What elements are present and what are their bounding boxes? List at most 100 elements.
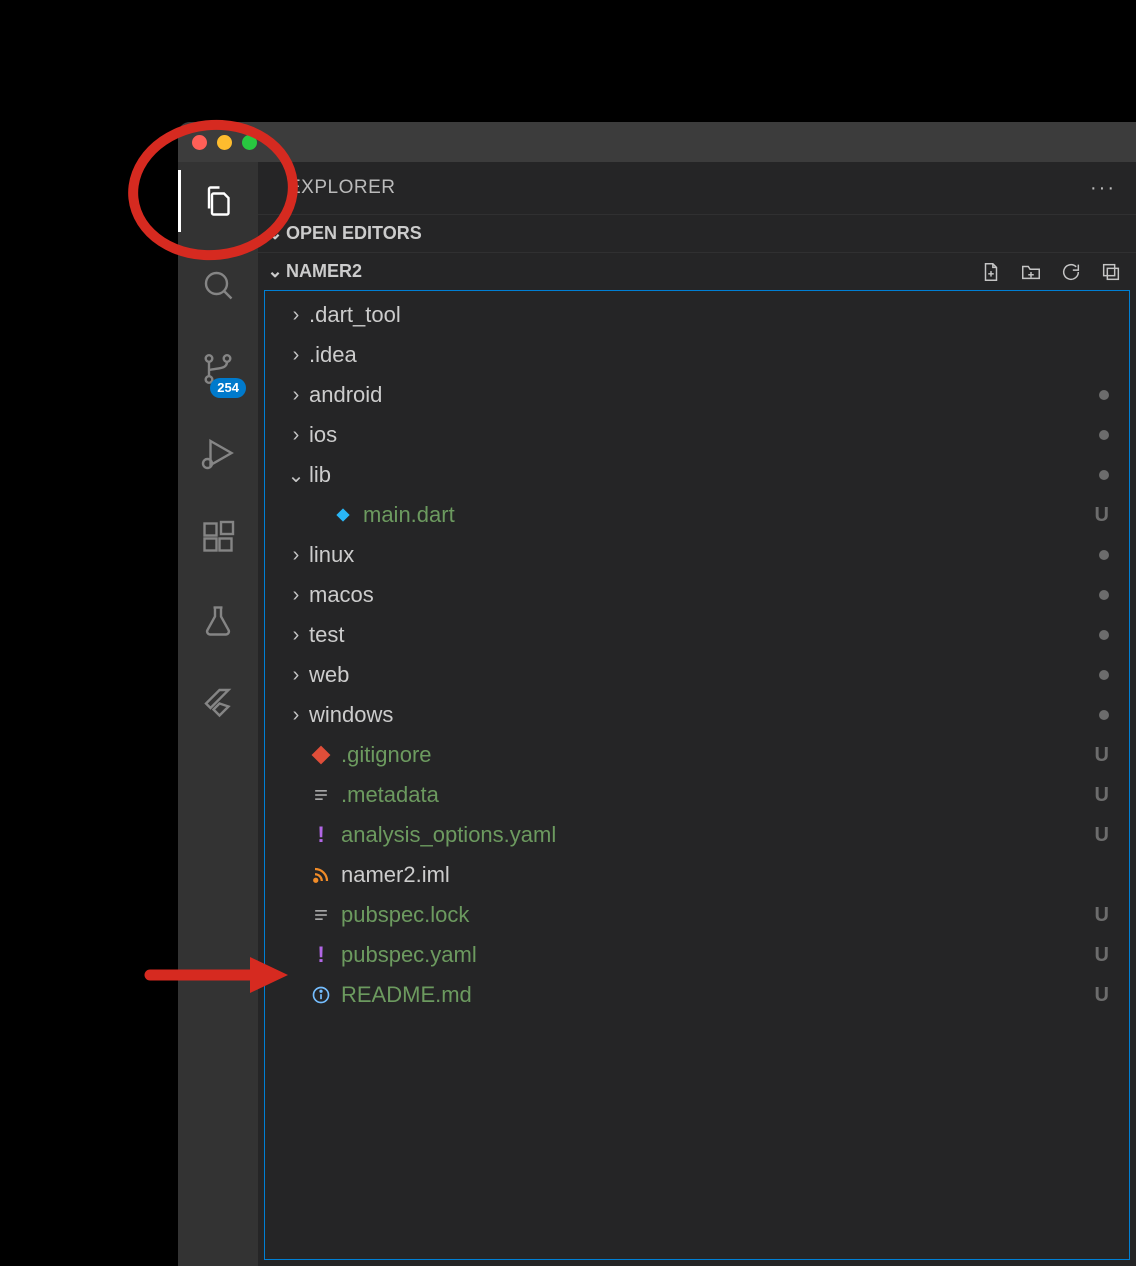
chevron-down-icon: ⌄ xyxy=(264,223,286,244)
folder-row[interactable]: ›macos xyxy=(265,575,1129,615)
activity-search[interactable] xyxy=(178,260,258,310)
vscode-window: 254 xyxy=(178,122,1136,1266)
folder-label: android xyxy=(309,382,1099,408)
new-file-icon[interactable] xyxy=(980,261,1002,283)
git-modified-indicator xyxy=(1099,710,1109,720)
activity-extensions[interactable] xyxy=(178,512,258,562)
chevron-right-icon: › xyxy=(283,424,309,447)
rss-icon xyxy=(309,863,333,887)
collapse-all-icon[interactable] xyxy=(1100,261,1122,283)
git-modified-indicator xyxy=(1099,390,1109,400)
folder-label: linux xyxy=(309,542,1099,568)
git-modified-indicator xyxy=(1099,670,1109,680)
debug-icon xyxy=(200,435,236,471)
file-label: pubspec.yaml xyxy=(341,942,1095,968)
file-label: .gitignore xyxy=(341,742,1095,768)
lines-icon xyxy=(309,903,333,927)
files-icon xyxy=(200,183,236,219)
chevron-right-icon: › xyxy=(283,304,309,327)
minimize-window-button[interactable] xyxy=(217,135,232,150)
git-untracked-indicator: U xyxy=(1095,784,1109,807)
folder-label: macos xyxy=(309,582,1099,608)
folder-row[interactable]: ›web xyxy=(265,655,1129,695)
file-row[interactable]: namer2.iml xyxy=(265,855,1129,895)
flutter-icon xyxy=(200,687,236,723)
file-row[interactable]: main.dartU xyxy=(265,495,1129,535)
beaker-icon xyxy=(200,603,236,639)
file-label: pubspec.lock xyxy=(341,902,1095,928)
new-folder-icon[interactable] xyxy=(1020,261,1042,283)
git-modified-indicator xyxy=(1099,630,1109,640)
sidebar-more-button[interactable]: ··· xyxy=(1090,177,1116,200)
activity-run-debug[interactable] xyxy=(178,428,258,478)
git-untracked-indicator: U xyxy=(1095,824,1109,847)
file-row[interactable]: ! pubspec.yamlU xyxy=(265,935,1129,975)
folder-label: test xyxy=(309,622,1099,648)
bang-icon: ! xyxy=(309,823,333,847)
explorer-sidebar: EXPLORER ··· ⌄ OPEN EDITORS ⌄ NAMER2 xyxy=(258,162,1136,1266)
file-label: namer2.iml xyxy=(341,862,1109,888)
git-modified-indicator xyxy=(1099,470,1109,480)
sidebar-title-row: EXPLORER ··· xyxy=(258,162,1136,214)
folder-label: lib xyxy=(309,462,1099,488)
chevron-right-icon: › xyxy=(283,384,309,407)
activity-explorer[interactable] xyxy=(178,176,258,226)
file-label: main.dart xyxy=(363,502,1095,528)
extensions-icon xyxy=(200,519,236,555)
bang-icon: ! xyxy=(309,943,333,967)
lines-icon xyxy=(309,783,333,807)
git-icon xyxy=(309,743,333,767)
activity-flutter[interactable] xyxy=(178,680,258,730)
file-label: .metadata xyxy=(341,782,1095,808)
chevron-right-icon: › xyxy=(283,624,309,647)
folder-row[interactable]: ›linux xyxy=(265,535,1129,575)
open-editors-section[interactable]: ⌄ OPEN EDITORS xyxy=(258,214,1136,252)
chevron-right-icon: › xyxy=(283,344,309,367)
git-modified-indicator xyxy=(1099,590,1109,600)
activity-testing[interactable] xyxy=(178,596,258,646)
file-row[interactable]: pubspec.lockU xyxy=(265,895,1129,935)
activity-bar: 254 xyxy=(178,162,258,1266)
chevron-right-icon: › xyxy=(283,664,309,687)
file-label: analysis_options.yaml xyxy=(341,822,1095,848)
git-untracked-indicator: U xyxy=(1095,904,1109,927)
search-icon xyxy=(200,267,236,303)
file-tree: ›.dart_tool›.idea›android›ios⌄libmain.da… xyxy=(264,290,1130,1260)
file-row[interactable]: README.mdU xyxy=(265,975,1129,1015)
folder-label: .dart_tool xyxy=(309,302,1109,328)
folder-row[interactable]: ›.idea xyxy=(265,335,1129,375)
folder-row[interactable]: ›windows xyxy=(265,695,1129,735)
chevron-right-icon: › xyxy=(283,704,309,727)
sidebar-title: EXPLORER xyxy=(288,177,395,199)
activity-source-control[interactable]: 254 xyxy=(178,344,258,394)
folder-label: .idea xyxy=(309,342,1109,368)
folder-row[interactable]: ›ios xyxy=(265,415,1129,455)
file-label: README.md xyxy=(341,982,1095,1008)
chevron-right-icon: › xyxy=(283,584,309,607)
git-untracked-indicator: U xyxy=(1095,944,1109,967)
close-window-button[interactable] xyxy=(192,135,207,150)
file-row[interactable]: .metadataU xyxy=(265,775,1129,815)
chevron-right-icon: › xyxy=(283,544,309,567)
refresh-icon[interactable] xyxy=(1060,261,1082,283)
git-untracked-indicator: U xyxy=(1095,744,1109,767)
window-body: 254 xyxy=(178,162,1136,1266)
project-name: NAMER2 xyxy=(286,261,362,282)
folder-label: web xyxy=(309,662,1099,688)
open-editors-label: OPEN EDITORS xyxy=(286,223,422,244)
file-row[interactable]: .gitignoreU xyxy=(265,735,1129,775)
git-untracked-indicator: U xyxy=(1095,984,1109,1007)
file-row[interactable]: ! analysis_options.yamlU xyxy=(265,815,1129,855)
folder-row[interactable]: ›android xyxy=(265,375,1129,415)
git-modified-indicator xyxy=(1099,430,1109,440)
folder-label: windows xyxy=(309,702,1099,728)
folder-row[interactable]: ⌄lib xyxy=(265,455,1129,495)
info-icon xyxy=(309,983,333,1007)
folder-row[interactable]: ›test xyxy=(265,615,1129,655)
dart-icon xyxy=(331,503,355,527)
chevron-down-icon: ⌄ xyxy=(264,261,286,282)
git-modified-indicator xyxy=(1099,550,1109,560)
folder-row[interactable]: ›.dart_tool xyxy=(265,295,1129,335)
maximize-window-button[interactable] xyxy=(242,135,257,150)
project-section-header[interactable]: ⌄ NAMER2 xyxy=(258,252,1136,290)
